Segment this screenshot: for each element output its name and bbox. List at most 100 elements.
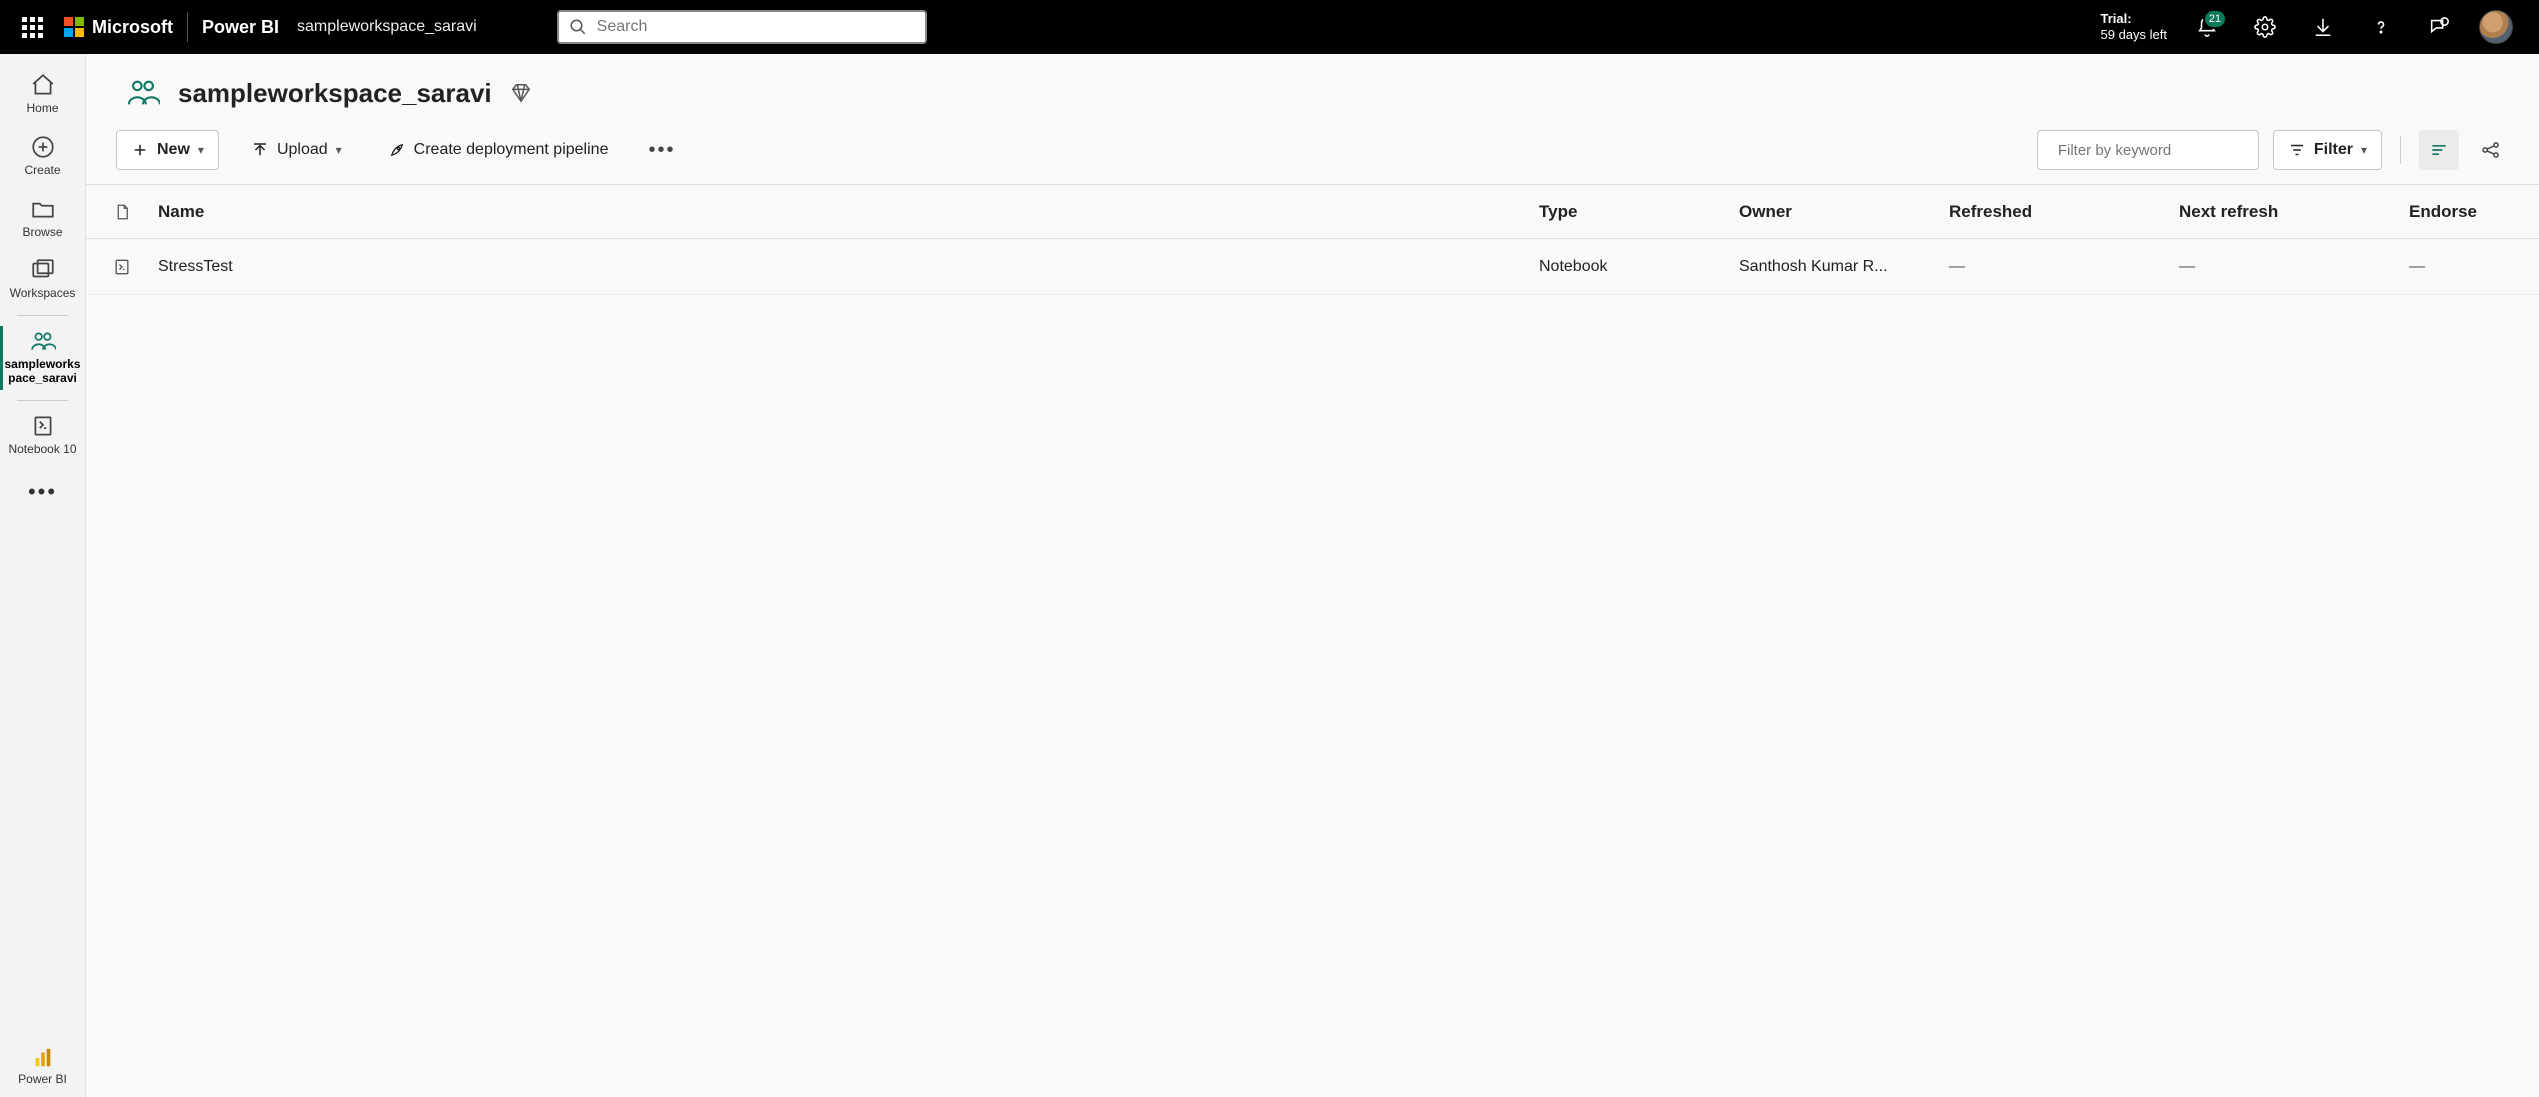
microsoft-label: Microsoft <box>92 17 173 38</box>
microsoft-squares-icon <box>64 17 84 37</box>
product-name[interactable]: Power BI <box>202 17 279 38</box>
workspace-toolbar: New ▾ Upload ▾ Create deployment pipelin… <box>86 120 2539 185</box>
rail-create[interactable]: Create <box>0 126 85 188</box>
waffle-icon <box>22 17 43 38</box>
upload-button-label: Upload <box>277 141 328 159</box>
row-type-icon <box>86 257 158 277</box>
rail-divider <box>17 315 68 316</box>
workspace-header: sampleworkspace_saravi <box>86 54 2539 120</box>
microsoft-logo[interactable]: Microsoft <box>64 17 173 38</box>
notifications-button[interactable]: 21 <box>2189 9 2225 45</box>
upload-button[interactable]: Upload ▾ <box>237 130 356 170</box>
rail-powerbi[interactable]: Power BI <box>0 1039 85 1097</box>
upload-icon <box>251 141 269 159</box>
trial-days: 59 days left <box>2101 27 2168 43</box>
table-header: Name Type Owner Refreshed Next refresh E… <box>86 185 2539 239</box>
rail-current-workspace[interactable]: sampleworkspace_saravi <box>0 320 85 396</box>
lineage-view-button[interactable] <box>2473 132 2509 168</box>
col-name[interactable]: Name <box>158 202 1539 222</box>
create-pipeline-button[interactable]: Create deployment pipeline <box>374 130 623 170</box>
gear-icon <box>2254 16 2276 38</box>
powerbi-icon <box>32 1047 54 1069</box>
row-type: Notebook <box>1539 258 1739 276</box>
plus-icon <box>131 141 149 159</box>
home-icon <box>30 72 56 98</box>
rail-create-label: Create <box>24 164 60 178</box>
global-search-wrap <box>557 10 927 44</box>
rocket-icon <box>388 141 406 159</box>
row-owner: Santhosh Kumar R... <box>1739 258 1949 276</box>
main-content: sampleworkspace_saravi New ▾ Upload <box>86 54 2539 1097</box>
row-name: StressTest <box>158 258 1539 276</box>
trial-label: Trial: <box>2101 11 2168 27</box>
rail-current-workspace-label: sampleworkspace_saravi <box>4 358 81 386</box>
rail-notebook-recent[interactable]: Notebook 10 <box>0 405 85 467</box>
row-endorse: — <box>2409 258 2529 276</box>
notification-badge: 21 <box>2203 9 2227 29</box>
settings-button[interactable] <box>2247 9 2283 45</box>
filter-keyword-input[interactable] <box>2058 142 2257 159</box>
filter-icon <box>2288 141 2306 159</box>
col-refreshed[interactable]: Refreshed <box>1949 202 2179 222</box>
rail-home-label: Home <box>26 102 58 116</box>
people-icon <box>30 328 56 354</box>
feedback-button[interactable] <box>2421 9 2457 45</box>
create-pipeline-label: Create deployment pipeline <box>414 141 609 159</box>
plus-circle-icon <box>30 134 56 160</box>
toolbar-separator <box>2400 136 2401 164</box>
premium-diamond-icon[interactable] <box>510 82 532 104</box>
new-button-label: New <box>157 141 190 159</box>
rail-home[interactable]: Home <box>0 64 85 126</box>
list-view-toggle[interactable] <box>2419 130 2459 170</box>
trial-status[interactable]: Trial: 59 days left <box>2101 11 2168 44</box>
rail-browse-label: Browse <box>22 226 62 240</box>
help-icon <box>2371 17 2391 37</box>
rail-browse[interactable]: Browse <box>0 188 85 250</box>
downloads-button[interactable] <box>2305 9 2341 45</box>
global-search-input[interactable] <box>597 18 915 36</box>
rail-workspaces[interactable]: Workspaces <box>0 249 85 311</box>
toolbar-more-button[interactable]: ••• <box>640 131 683 170</box>
user-avatar[interactable] <box>2479 10 2513 44</box>
file-icon <box>113 203 131 221</box>
workspace-title: sampleworkspace_saravi <box>178 78 492 109</box>
col-next-refresh[interactable]: Next refresh <box>2179 202 2409 222</box>
rail-more-button[interactable]: ••• <box>16 467 69 517</box>
rail-workspaces-label: Workspaces <box>10 287 76 301</box>
rail-notebook-label: Notebook 10 <box>8 443 76 457</box>
rail-divider-2 <box>17 400 68 401</box>
toolbar-right: Filter ▾ <box>2037 130 2509 170</box>
app-launcher-button[interactable] <box>8 3 56 51</box>
chevron-down-icon: ▾ <box>336 143 342 157</box>
search-icon <box>569 18 587 36</box>
left-rail: Home Create Browse Workspaces samp <box>0 54 86 1097</box>
col-owner[interactable]: Owner <box>1739 202 1949 222</box>
feedback-icon <box>2428 16 2450 38</box>
lineage-icon <box>2481 140 2501 160</box>
chevron-down-icon: ▾ <box>198 143 204 157</box>
table-row[interactable]: StressTest Notebook Santhosh Kumar R... … <box>86 239 2539 295</box>
filter-button-label: Filter <box>2314 141 2353 159</box>
help-button[interactable] <box>2363 9 2399 45</box>
col-icon <box>86 203 158 221</box>
filter-button[interactable]: Filter ▾ <box>2273 130 2382 170</box>
table-body: StressTest Notebook Santhosh Kumar R... … <box>86 239 2539 295</box>
rail-powerbi-label: Power BI <box>18 1073 67 1087</box>
header-breadcrumb[interactable]: sampleworkspace_saravi <box>297 18 477 36</box>
header-right: Trial: 59 days left 21 <box>2101 9 2532 45</box>
notebook-icon <box>30 413 56 439</box>
filter-keyword-input-wrap[interactable] <box>2037 130 2259 170</box>
workspace-people-icon <box>126 76 160 110</box>
body: Home Create Browse Workspaces samp <box>0 54 2539 1097</box>
col-endorse[interactable]: Endorse <box>2409 202 2529 222</box>
folder-icon <box>30 196 56 222</box>
chevron-down-icon: ▾ <box>2361 143 2367 157</box>
global-search[interactable] <box>557 10 927 44</box>
download-icon <box>2312 16 2334 38</box>
workspaces-icon <box>30 257 56 283</box>
header-divider <box>187 12 188 42</box>
row-next-refresh: — <box>2179 258 2409 276</box>
col-type[interactable]: Type <box>1539 202 1739 222</box>
new-button[interactable]: New ▾ <box>116 130 219 170</box>
list-icon <box>2429 140 2449 160</box>
